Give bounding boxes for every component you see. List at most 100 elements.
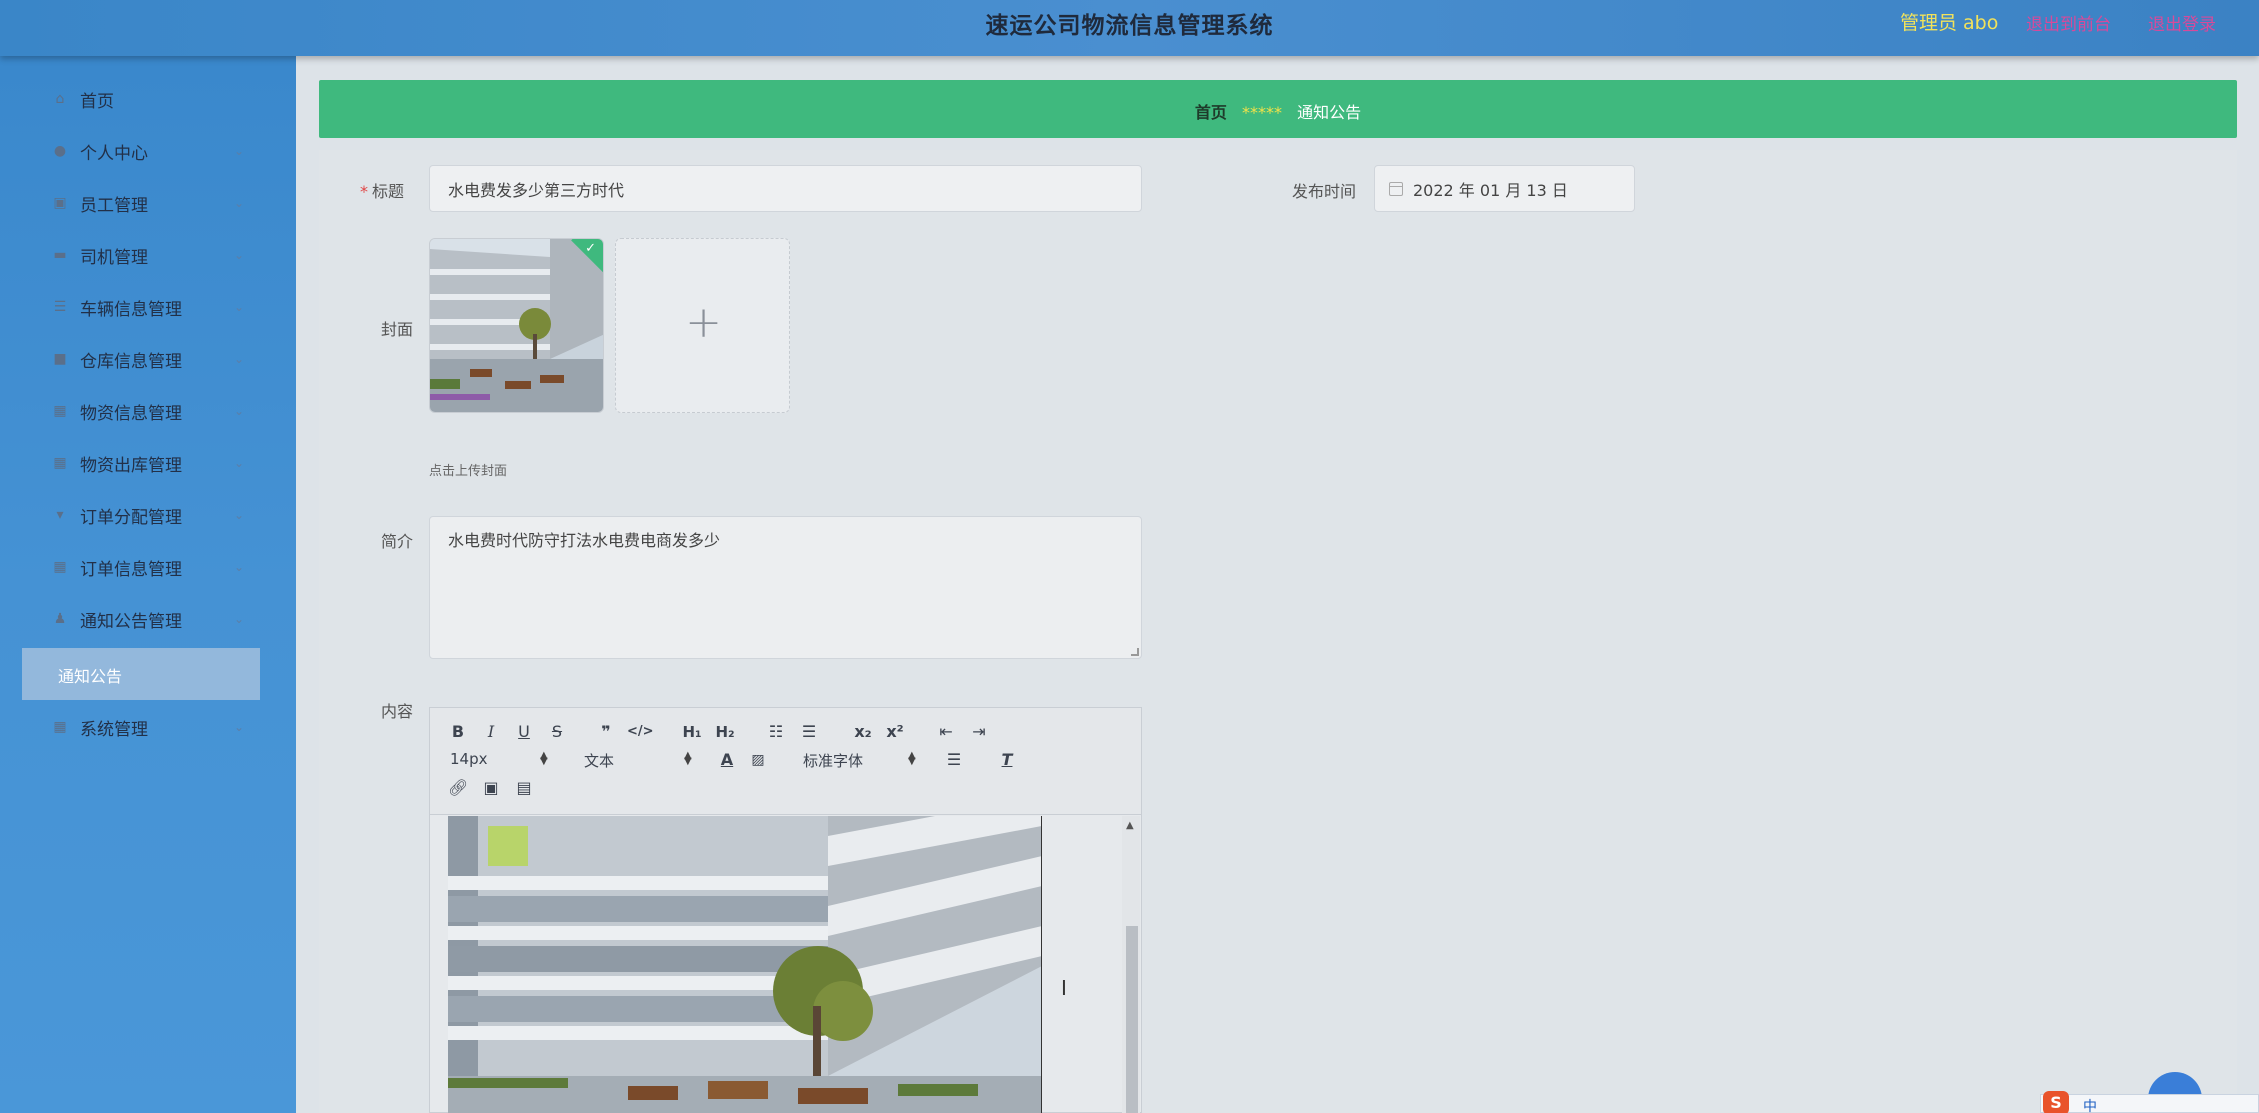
sidebar-item-label: 仓库信息管理 xyxy=(80,351,182,372)
cover-image[interactable]: ✓ xyxy=(429,238,604,413)
scrollbar-thumb[interactable] xyxy=(1126,926,1138,1113)
video-icon[interactable]: ▤ xyxy=(514,778,534,798)
superscript-icon[interactable]: x² xyxy=(883,722,907,742)
sidebar-item-outbound[interactable]: ▦ 物资出库管理 ⌄ xyxy=(0,440,296,486)
summary-value: 水电费时代防守打法水电费电商发多少 xyxy=(448,531,721,550)
sidebar-item-orders[interactable]: ▦ 订单信息管理 ⌄ xyxy=(0,544,296,590)
font-family-select[interactable]: 标准字体 ▲ ▼ xyxy=(803,750,918,771)
box-icon: ■ xyxy=(53,351,67,367)
person-icon: ♟ xyxy=(53,611,67,627)
card-icon: ▣ xyxy=(53,195,67,211)
chevron-down-icon: ⌄ xyxy=(234,560,245,574)
ime-toolbar[interactable]: S 中 xyxy=(2040,1091,2259,1113)
strikethrough-icon[interactable]: S xyxy=(547,722,567,742)
breadcrumb-separator: ***** xyxy=(1242,103,1282,122)
ime-logo-icon: S xyxy=(2043,1091,2069,1113)
editor-content-image[interactable] xyxy=(448,816,1042,1113)
upload-cover-button[interactable]: + xyxy=(615,238,790,413)
sidebar-item-label: 系统管理 xyxy=(80,719,148,740)
chevron-down-icon: ⌄ xyxy=(234,196,245,210)
sidebar-item-label: 订单信息管理 xyxy=(80,559,182,580)
sidebar-item-label: 通知公告管理 xyxy=(80,611,182,632)
publish-time-label: 发布时间 xyxy=(1292,182,1357,201)
sidebar-item-warehouse[interactable]: ■ 仓库信息管理 ⌄ xyxy=(0,336,296,382)
editor-scrollbar[interactable]: ▲ xyxy=(1122,816,1140,1113)
sidebar-item-home[interactable]: ⌂ 首页 xyxy=(0,76,296,122)
font-size-select[interactable]: 14px ▲ ▼ xyxy=(450,750,550,770)
font-size-value: 14px xyxy=(450,750,488,768)
subscript-icon[interactable]: x₂ xyxy=(851,722,875,742)
background-color-icon[interactable]: ▨ xyxy=(748,750,768,770)
clear-format-icon[interactable]: T xyxy=(997,750,1017,770)
blockquote-icon[interactable]: ❞ xyxy=(595,722,617,742)
building-image xyxy=(448,816,1041,1113)
indent-icon[interactable]: ⇥ xyxy=(968,722,990,742)
chevron-down-icon: ⌄ xyxy=(234,720,245,734)
select-arrows-icon: ▲ ▼ xyxy=(540,750,548,767)
sidebar-subitem-label: 通知公告 xyxy=(58,667,123,686)
grid-icon: ▦ xyxy=(53,559,67,575)
select-arrows-icon: ▲ ▼ xyxy=(908,750,916,767)
scroll-up-icon[interactable]: ▲ xyxy=(1126,820,1134,831)
sidebar: ⌂ 首页 ● 个人中心 ⌄ ▣ 员工管理 ⌄ ▬ 司机管理 ⌄ ☰ 车辆信息管理… xyxy=(0,56,296,1113)
chevron-down-icon: ⌄ xyxy=(234,404,245,418)
chevron-down-icon: ⌄ xyxy=(234,300,245,314)
align-icon[interactable]: ☰ xyxy=(944,750,964,770)
chevron-down-icon: ⌄ xyxy=(234,456,245,470)
sidebar-item-materials[interactable]: ▦ 物资信息管理 ⌄ xyxy=(0,388,296,434)
sidebar-subitem-notice[interactable]: 通知公告 xyxy=(22,648,260,700)
check-icon: ✓ xyxy=(585,241,596,256)
image-icon[interactable]: ▣ xyxy=(481,778,501,798)
font-color-icon[interactable]: A xyxy=(717,750,737,770)
sidebar-item-profile[interactable]: ● 个人中心 ⌄ xyxy=(0,128,296,174)
logout-link[interactable]: 退出登录 xyxy=(2148,10,2216,35)
home-icon: ⌂ xyxy=(55,91,65,107)
summary-label: 简介 xyxy=(381,532,414,551)
outdent-icon[interactable]: ⇤ xyxy=(935,722,957,742)
building-image xyxy=(430,239,603,412)
sidebar-item-label: 车辆信息管理 xyxy=(80,299,182,320)
select-arrows-icon: ▲ ▼ xyxy=(684,750,692,767)
grid-icon: ▦ xyxy=(53,455,67,471)
breadcrumb: 首页 ***** 通知公告 xyxy=(319,80,2237,138)
sidebar-item-vehicles[interactable]: ☰ 车辆信息管理 ⌄ xyxy=(0,284,296,330)
summary-textarea[interactable]: 水电费时代防守打法水电费电商发多少 xyxy=(429,516,1142,659)
heading2-icon[interactable]: H₂ xyxy=(713,722,737,742)
bullet-list-icon[interactable]: ☰ xyxy=(798,722,820,742)
calendar-icon xyxy=(1389,181,1403,196)
grid-icon: ▦ xyxy=(53,719,67,735)
font-family-value: 标准字体 xyxy=(803,752,864,770)
plus-icon: + xyxy=(685,297,722,348)
sidebar-item-label: 物资信息管理 xyxy=(80,403,182,424)
sidebar-item-label: 个人中心 xyxy=(80,143,148,164)
list-icon: ☰ xyxy=(53,299,67,315)
text-cursor-icon: I xyxy=(1061,976,1067,1000)
link-icon[interactable]: 🔗︎ xyxy=(448,778,468,798)
content-label: 内容 xyxy=(381,702,414,721)
sidebar-item-label: 员工管理 xyxy=(80,195,148,216)
sidebar-item-notices[interactable]: ♟ 通知公告管理 ⌄ xyxy=(0,596,296,642)
sidebar-item-system[interactable]: ▦ 系统管理 ⌄ xyxy=(0,704,296,750)
front-page-link[interactable]: 退出到前台 xyxy=(2026,10,2111,35)
publish-date-picker[interactable]: 2022 年 01 月 13 日 xyxy=(1374,165,1635,212)
bold-icon[interactable]: B xyxy=(448,722,468,742)
publish-date-value: 2022 年 01 月 13 日 xyxy=(1413,180,1568,200)
paragraph-select[interactable]: 文本 ▲ ▼ xyxy=(584,750,694,771)
underline-icon[interactable]: U xyxy=(514,722,534,742)
sidebar-item-staff[interactable]: ▣ 员工管理 ⌄ xyxy=(0,180,296,226)
sidebar-item-order-assign[interactable]: ▾ 订单分配管理 ⌄ xyxy=(0,492,296,538)
heading1-icon[interactable]: H₁ xyxy=(680,722,704,742)
ime-mode-indicator[interactable]: 中 xyxy=(2083,1096,2103,1113)
sidebar-item-label: 首页 xyxy=(80,91,114,112)
sidebar-item-label: 司机管理 xyxy=(80,247,148,268)
code-icon[interactable]: </> xyxy=(627,722,654,742)
breadcrumb-home[interactable]: 首页 xyxy=(1195,103,1227,122)
rich-text-editor: B I U S ❞ </> H₁ H₂ ☷ ☰ x₂ x² ⇤ ⇥ 14px ▲… xyxy=(429,707,1142,1113)
sidebar-item-label: 订单分配管理 xyxy=(80,507,182,528)
italic-icon[interactable]: I xyxy=(481,722,501,742)
chevron-down-icon: ⌄ xyxy=(234,352,245,366)
sidebar-item-drivers[interactable]: ▬ 司机管理 ⌄ xyxy=(0,232,296,278)
resize-handle[interactable] xyxy=(1131,648,1139,656)
title-input[interactable]: 水电费发多少第三方时代 xyxy=(429,165,1142,212)
ordered-list-icon[interactable]: ☷ xyxy=(765,722,787,742)
